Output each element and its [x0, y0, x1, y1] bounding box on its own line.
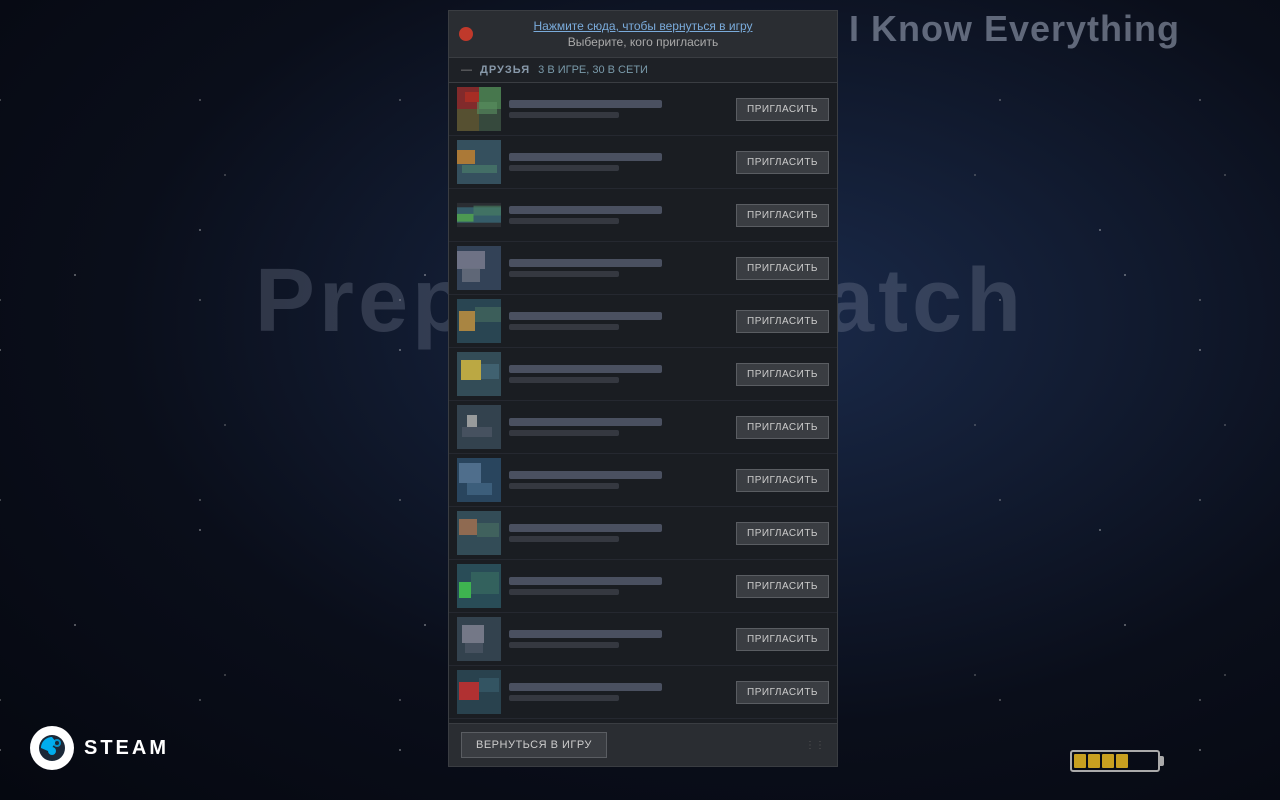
invite-button[interactable]: ПРИГЛАСИТЬ [736, 363, 829, 386]
invite-button[interactable]: ПРИГЛАСИТЬ [736, 575, 829, 598]
invite-button[interactable]: ПРИГЛАСИТЬ [736, 416, 829, 439]
avatar [457, 458, 501, 502]
friend-name [509, 524, 662, 532]
friend-info [509, 471, 728, 489]
friend-info [509, 577, 728, 595]
friend-name [509, 100, 662, 108]
friend-info [509, 206, 728, 224]
friends-list: ПРИГЛАСИТЬ ПРИГЛАСИТЬ [449, 83, 837, 723]
invite-button[interactable]: ПРИГЛАСИТЬ [736, 469, 829, 492]
friend-status [509, 695, 619, 701]
steam-label: STEAM [84, 737, 169, 760]
battery-cell-5 [1130, 754, 1142, 768]
friend-status [509, 377, 619, 383]
friend-info [509, 418, 728, 436]
battery-cell-1 [1074, 754, 1086, 768]
list-item: ПРИГЛАСИТЬ [449, 613, 837, 666]
avatar [457, 405, 501, 449]
friend-info [509, 365, 728, 383]
avatar [457, 511, 501, 555]
friend-name [509, 259, 662, 267]
friend-status [509, 642, 619, 648]
friend-name [509, 471, 662, 479]
avatar [457, 352, 501, 396]
friend-status [509, 271, 619, 277]
steam-icon [30, 726, 74, 770]
avatar [457, 299, 501, 343]
friend-name [509, 365, 662, 373]
invite-button[interactable]: ПРИГЛАСИТЬ [736, 151, 829, 174]
friend-status [509, 112, 619, 118]
list-item: ПРИГЛАСИТЬ [449, 507, 837, 560]
return-to-game-link[interactable]: Нажмите сюда, чтобы вернуться в игру [533, 19, 752, 33]
friend-status [509, 483, 619, 489]
panel-header: Нажмите сюда, чтобы вернуться в игру Выб… [449, 11, 837, 58]
list-item: ПРИГЛАСИТЬ [449, 242, 837, 295]
friend-status [509, 324, 619, 330]
friends-header: — ДРУЗЬЯ 3 В ИГРЕ, 30 В СЕТИ [449, 58, 837, 83]
invite-button[interactable]: ПРИГЛАСИТЬ [736, 681, 829, 704]
friend-status [509, 589, 619, 595]
friend-status [509, 536, 619, 542]
avatar [457, 617, 501, 661]
list-item: ПРИГЛАСИТЬ [449, 454, 837, 507]
list-item: ПРИГЛАСИТЬ [449, 295, 837, 348]
friend-status [509, 218, 619, 224]
collapse-button[interactable]: — [461, 64, 472, 76]
steam-overlay-panel: Нажмите сюда, чтобы вернуться в игру Выб… [448, 10, 838, 767]
friends-label: ДРУЗЬЯ [480, 64, 530, 76]
friends-count: 3 В ИГРЕ, 30 В СЕТИ [538, 64, 648, 76]
battery-cell-4 [1116, 754, 1128, 768]
invite-button[interactable]: ПРИГЛАСИТЬ [736, 522, 829, 545]
return-to-game-button[interactable]: ВЕРНУТЬСЯ В ИГРУ [461, 732, 607, 758]
invite-button[interactable]: ПРИГЛАСИТЬ [736, 628, 829, 651]
friend-name [509, 418, 662, 426]
battery-cell-2 [1088, 754, 1100, 768]
friend-info [509, 100, 728, 118]
steam-logo-area: STEAM [30, 726, 169, 770]
game-title: I Know Everything [849, 8, 1180, 50]
invite-button[interactable]: ПРИГЛАСИТЬ [736, 98, 829, 121]
invite-button[interactable]: ПРИГЛАСИТЬ [736, 257, 829, 280]
friend-name [509, 153, 662, 161]
friend-name [509, 630, 662, 638]
list-item: ПРИГЛАСИТЬ [449, 401, 837, 454]
list-item: ПРИГЛАСИТЬ [449, 666, 837, 719]
friend-info [509, 630, 728, 648]
list-item: ПРИГЛАСИТЬ [449, 83, 837, 136]
friend-status [509, 430, 619, 436]
friend-name [509, 312, 662, 320]
avatar [457, 670, 501, 714]
invite-button[interactable]: ПРИГЛАСИТЬ [736, 204, 829, 227]
avatar [457, 87, 501, 131]
list-item: ПРИГЛАСИТЬ [449, 719, 837, 723]
list-item: ПРИГЛАСИТЬ [449, 348, 837, 401]
friend-info [509, 524, 728, 542]
avatar [457, 193, 501, 237]
friend-info [509, 259, 728, 277]
avatar [457, 140, 501, 184]
friend-name [509, 577, 662, 585]
friend-info [509, 683, 728, 701]
battery-indicator [1070, 750, 1160, 772]
battery-cell-6 [1144, 754, 1156, 768]
friend-name [509, 683, 662, 691]
avatar [457, 564, 501, 608]
battery-body [1070, 750, 1160, 772]
friend-info [509, 153, 728, 171]
friend-name [509, 206, 662, 214]
battery-cell-3 [1102, 754, 1114, 768]
panel-subtitle: Выберите, кого пригласить [568, 35, 718, 49]
panel-footer: ВЕРНУТЬСЯ В ИГРУ ⋮⋮ [449, 723, 837, 766]
list-item: ПРИГЛАСИТЬ [449, 560, 837, 613]
list-item: ПРИГЛАСИТЬ [449, 136, 837, 189]
list-item: ПРИГЛАСИТЬ [449, 189, 837, 242]
friend-status [509, 165, 619, 171]
avatar [457, 246, 501, 290]
friend-info [509, 312, 728, 330]
resize-handle[interactable]: ⋮⋮ [805, 740, 825, 751]
close-button[interactable] [459, 27, 473, 41]
invite-button[interactable]: ПРИГЛАСИТЬ [736, 310, 829, 333]
